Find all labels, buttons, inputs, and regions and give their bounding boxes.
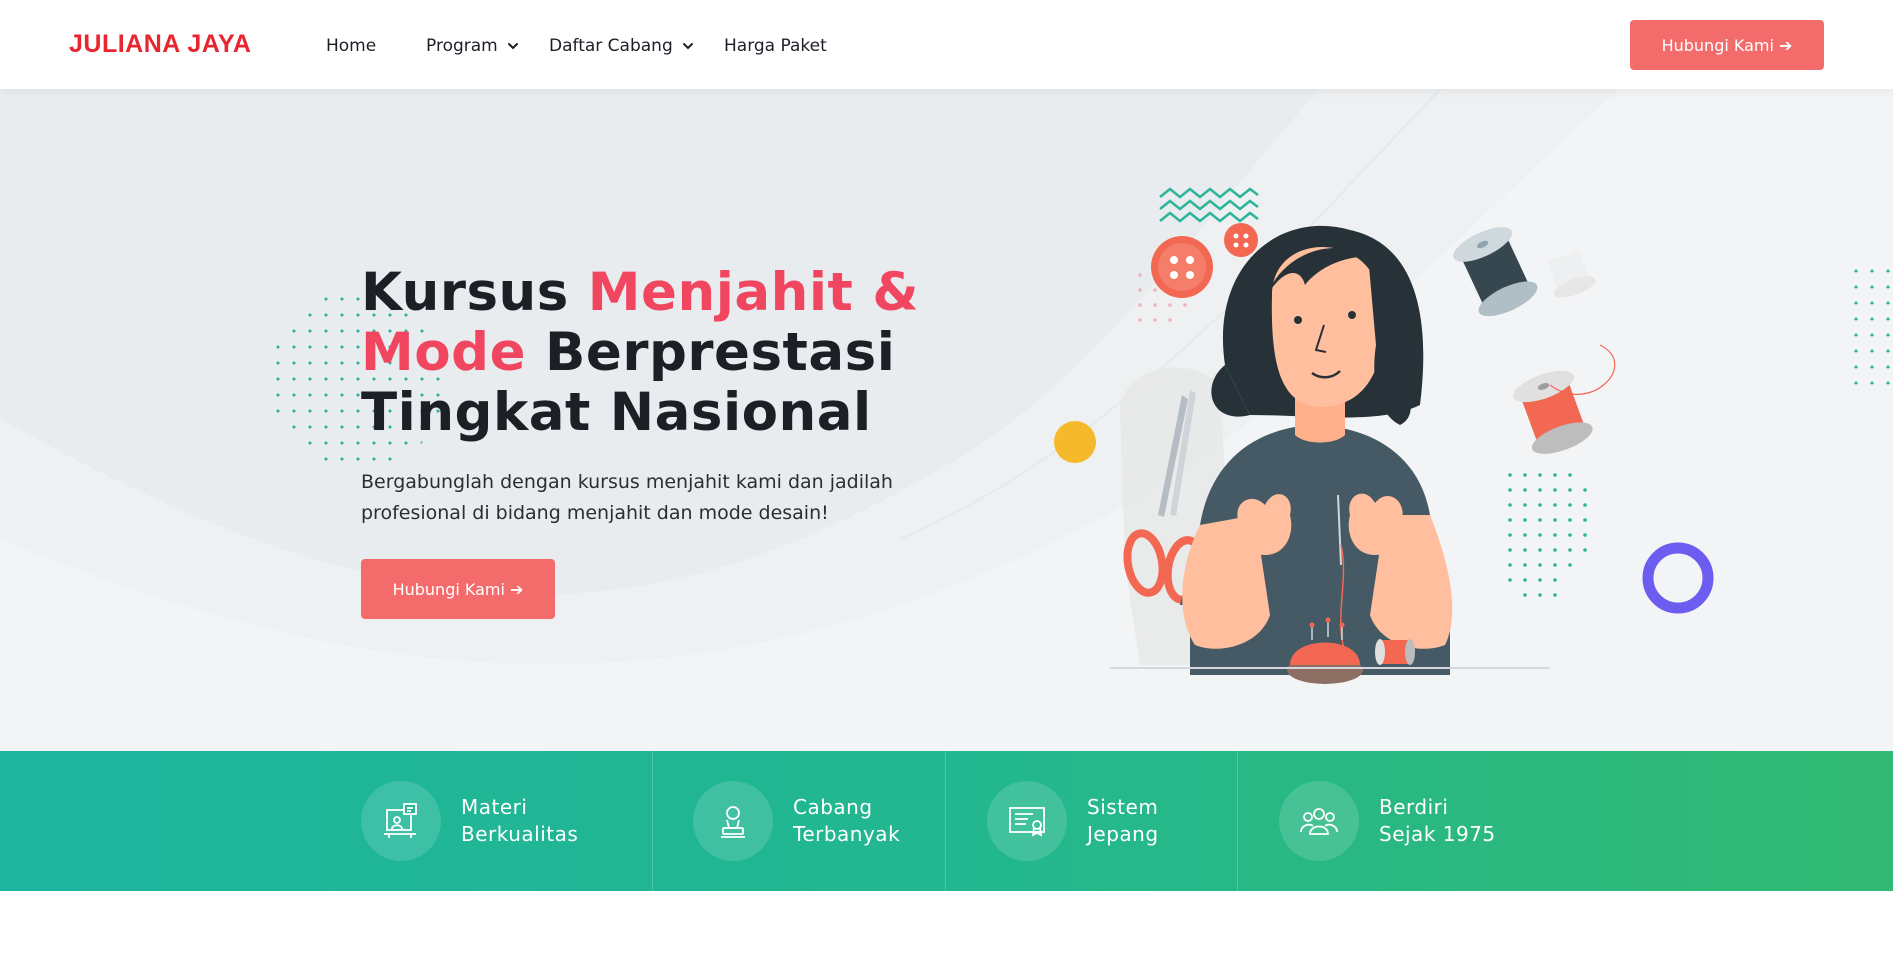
features-strip: Materi Berkualitas Cabang Terbanyak Sist… xyxy=(0,751,1893,891)
nav-item-daftar-cabang[interactable]: Daftar Cabang xyxy=(549,36,694,56)
navbar: JULIANA JAYA Home Program Daftar Cabang … xyxy=(0,0,1893,89)
feature-line1: Materi xyxy=(461,795,528,819)
feature-icon-circle xyxy=(361,781,441,861)
chevron-down-icon xyxy=(682,43,693,50)
nav-item-harga-paket[interactable]: Harga Paket xyxy=(724,36,827,56)
feature-line1: Berdiri xyxy=(1379,795,1449,819)
hero-description: Bergabunglah dengan kursus menjahit kami… xyxy=(361,471,893,524)
person-stamp-icon xyxy=(721,806,745,838)
feature-line1: Cabang xyxy=(793,795,873,819)
feature-divider xyxy=(945,751,946,891)
feature-text: Cabang Terbanyak xyxy=(793,794,900,848)
feature-text: Materi Berkualitas xyxy=(461,794,578,848)
hero-title-part1: Kursus xyxy=(361,262,588,323)
nav-item-label: Harga Paket xyxy=(724,36,827,56)
feature-item-cabang: Cabang Terbanyak xyxy=(693,751,900,891)
dot-pattern-right xyxy=(1848,263,1893,389)
chevron-down-icon xyxy=(507,43,518,50)
feature-line2: Berkualitas xyxy=(461,822,579,846)
hero-title: Kursus Menjahit & Mode Berprestasi Tingk… xyxy=(361,263,921,443)
feature-icon-circle xyxy=(1279,781,1359,861)
nav-item-program[interactable]: Program xyxy=(426,36,519,56)
nav-item-home[interactable]: Home xyxy=(326,36,376,56)
certificate-icon xyxy=(1009,807,1045,837)
nav-item-label: Program xyxy=(426,36,498,56)
feature-text: Berdiri Sejak 1975 xyxy=(1379,794,1496,848)
feature-icon-circle xyxy=(693,781,773,861)
hero-contact-button[interactable]: Hubungi Kami ➔ xyxy=(361,559,555,619)
feature-line2: Jepang xyxy=(1087,822,1159,846)
nav-item-label: Daftar Cabang xyxy=(549,36,673,56)
sewing-woman-illustration xyxy=(1054,187,1714,684)
feature-icon-circle xyxy=(987,781,1067,861)
presentation-icon xyxy=(384,803,417,838)
brand-logo[interactable]: JULIANA JAYA xyxy=(69,30,251,59)
feature-item-materi: Materi Berkualitas xyxy=(361,751,578,891)
feature-text: Sistem Jepang xyxy=(1087,794,1159,848)
feature-line2: Sejak 1975 xyxy=(1379,822,1496,846)
feature-divider xyxy=(652,751,653,891)
feature-item-berdiri: Berdiri Sejak 1975 xyxy=(1279,751,1496,891)
group-icon xyxy=(1300,808,1338,835)
feature-item-sistem: Sistem Jepang xyxy=(987,751,1159,891)
nav-item-label: Home xyxy=(326,36,377,56)
contact-button[interactable]: Hubungi Kami ➔ xyxy=(1630,20,1824,70)
feature-divider xyxy=(1237,751,1238,891)
feature-line1: Sistem xyxy=(1087,795,1159,819)
feature-line2: Terbanyak xyxy=(793,822,901,846)
